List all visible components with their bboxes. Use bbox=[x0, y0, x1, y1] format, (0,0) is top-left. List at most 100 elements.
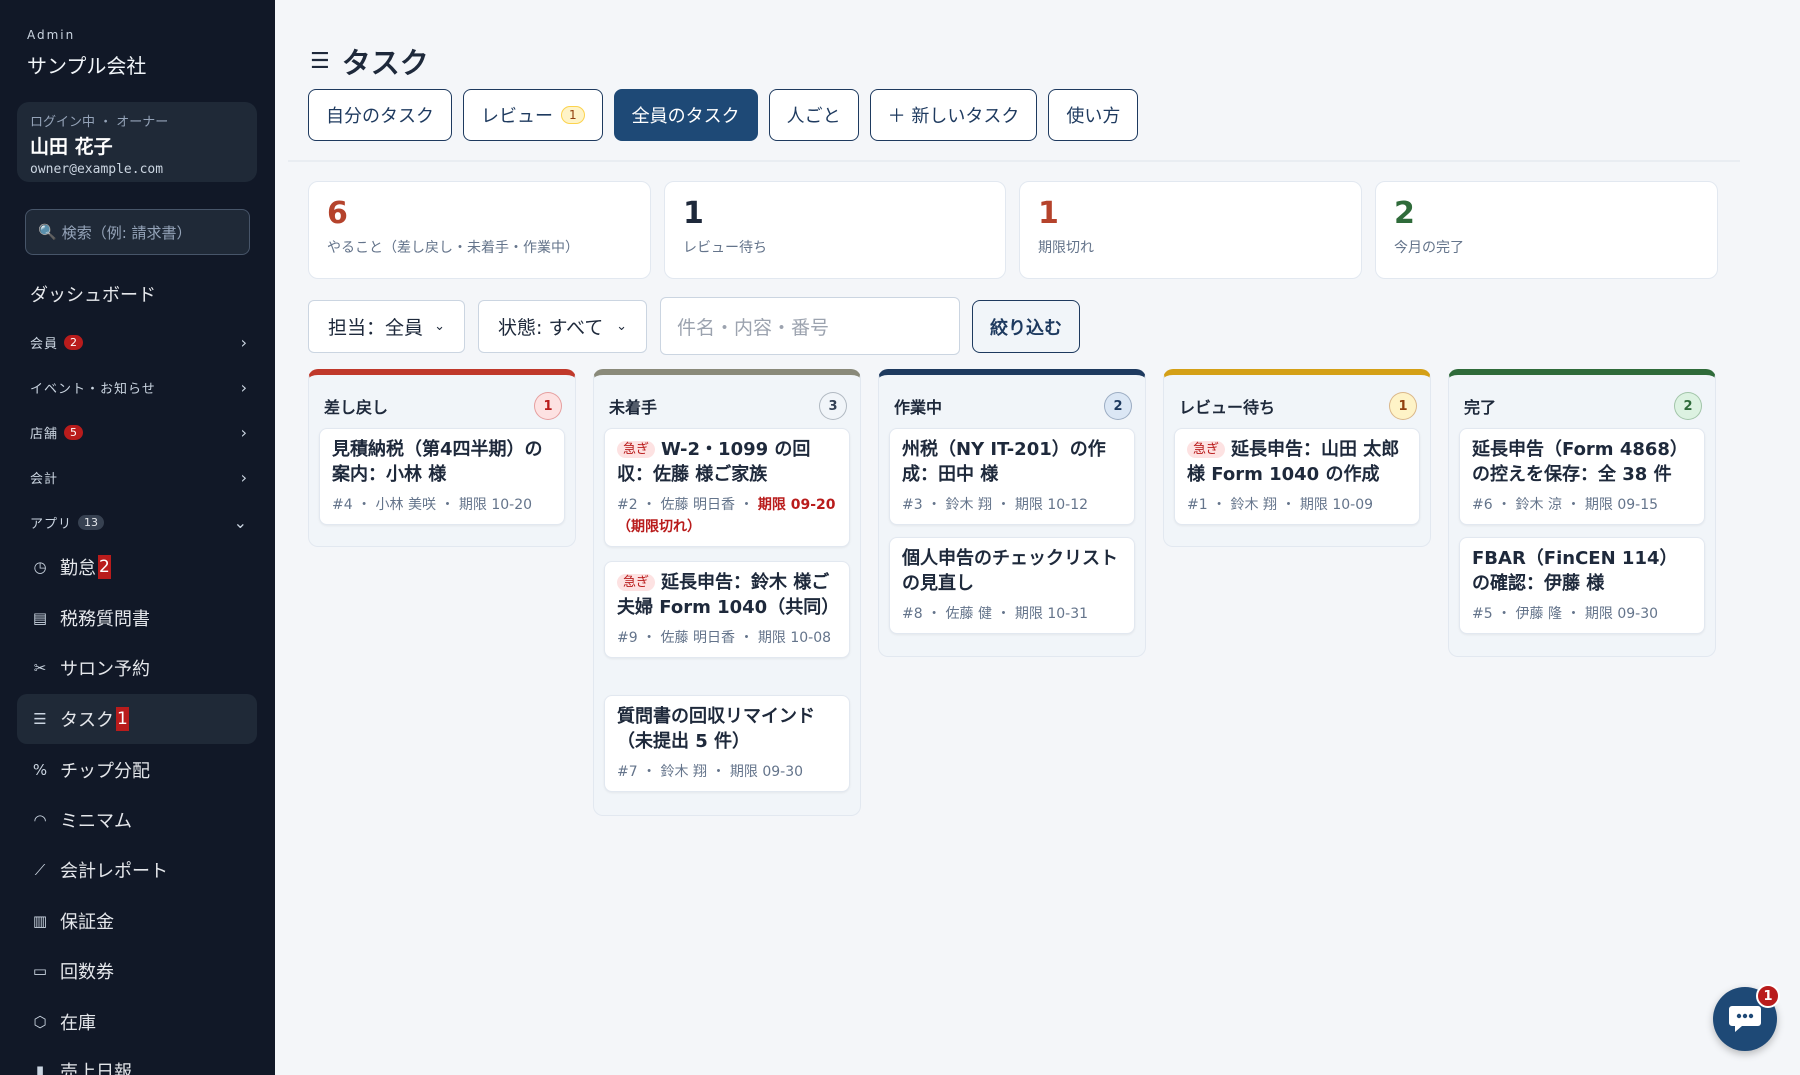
task-card[interactable]: 急ぎ W-2・1099 の回収：佐藤 様ご家族 #2 ・ 佐藤 明日香 ・ 期限 … bbox=[604, 428, 850, 547]
urgent-badge: 急ぎ bbox=[617, 574, 656, 591]
help-button[interactable]: 使い方 bbox=[1048, 89, 1139, 141]
task-meta: #8 ・ 佐藤 健 ・ 期限 10-31 bbox=[902, 606, 1089, 622]
scissors-icon: ✂ bbox=[33, 659, 47, 677]
sidebar-item-label: タスク bbox=[60, 710, 114, 731]
sidebar-item-label: サロン予約 bbox=[60, 659, 150, 680]
column-title: レビュー待ち bbox=[1179, 398, 1276, 417]
review-count-badge: 1 bbox=[561, 106, 585, 124]
task-card[interactable]: FBAR（FinCEN 114）の確認：伊藤 様 #5 ・ 伊藤 隆 ・ 期限 … bbox=[1459, 537, 1705, 634]
nav-group-stores[interactable]: 店舗 5 › bbox=[30, 418, 248, 446]
nav-group-label: アプリ bbox=[30, 516, 73, 532]
document-icon: ▤ bbox=[32, 609, 48, 627]
new-task-button[interactable]: ＋ 新しいタスク bbox=[869, 89, 1038, 141]
tab-by-person[interactable]: 人ごと bbox=[768, 89, 859, 141]
sidebar-item-coupon[interactable]: ▭ 回数券 bbox=[17, 946, 257, 996]
nav-group-apps[interactable]: アプリ 13 ⌄ bbox=[30, 508, 248, 536]
task-meta: #2 ・ 佐藤 明日香 ・ 期限 09-20（期限切れ） bbox=[617, 494, 837, 538]
filter-button[interactable]: 絞り込む bbox=[972, 300, 1080, 353]
tab-all-tasks[interactable]: 全員のタスク bbox=[613, 89, 758, 141]
bar-chart-icon: ▮ bbox=[35, 1062, 45, 1075]
sidebar-item-label: 会計レポート bbox=[60, 861, 168, 882]
nav-group-label: 会員 bbox=[30, 336, 59, 352]
brand-name[interactable]: サンプル会社 bbox=[27, 50, 146, 79]
column-header: 作業中 2 bbox=[879, 375, 1145, 421]
task-card[interactable]: 延長申告（Form 4868）の控えを保存：全 38 件 #6 ・ 鈴木 涼 ・… bbox=[1459, 428, 1705, 525]
column-header: レビュー待ち 1 bbox=[1164, 375, 1430, 421]
user-email: owner@example.com bbox=[30, 162, 164, 177]
column-count: 2 bbox=[1674, 392, 1702, 420]
task-search-input[interactable]: 件名・内容・番号 bbox=[660, 297, 960, 355]
sidebar-item-deposit[interactable]: ▥ 保証金 bbox=[17, 896, 257, 946]
user-card[interactable]: ログイン中 ・ オーナー 山田 花子 owner@example.com bbox=[17, 102, 257, 182]
sidebar-item-daily-sales[interactable]: ▮ 売上日報 bbox=[17, 1046, 257, 1075]
checklist-icon: ☰ bbox=[310, 48, 330, 74]
stat-review-waiting: 1 レビュー待ち bbox=[664, 181, 1006, 279]
task-title: 質問書の回収リマインド（未提出 5 件） bbox=[617, 706, 815, 752]
tab-label: 使い方 bbox=[1066, 106, 1121, 127]
stat-value: 1 bbox=[683, 196, 704, 231]
sidebar-item-label: 売上日報 bbox=[60, 1062, 132, 1075]
sidebar-item-tax-questionnaire[interactable]: ▤ 税務質問書 bbox=[17, 593, 257, 643]
status-select[interactable]: 状態: すべて ⌄ bbox=[478, 300, 647, 353]
brand-subtitle: Admin bbox=[27, 28, 76, 42]
urgent-badge: 急ぎ bbox=[617, 441, 656, 458]
column-review-waiting: レビュー待ち 1 急ぎ 延長申告：山田 太郎 様 Form 1040 の作成 #1… bbox=[1163, 369, 1431, 547]
sidebar-item-minimum[interactable]: ◠ ミニマム bbox=[17, 795, 257, 845]
sidebar-item-label: 税務質問書 bbox=[60, 609, 150, 630]
stat-label: やること（差し戻し・未着手・作業中） bbox=[327, 240, 579, 256]
task-title: 個人申告のチェックリストの見直し bbox=[902, 548, 1118, 594]
sidebar: Admin サンプル会社 ログイン中 ・ オーナー 山田 花子 owner@ex… bbox=[0, 0, 275, 1075]
column-count: 3 bbox=[819, 392, 847, 420]
nav-dashboard[interactable]: ダッシュボード bbox=[30, 281, 156, 307]
tab-review[interactable]: レビュー 1 bbox=[463, 89, 603, 141]
sidebar-item-label: 回数券 bbox=[60, 962, 114, 983]
stat-overdue: 1 期限切れ bbox=[1019, 181, 1362, 279]
chevron-right-icon: › bbox=[240, 332, 248, 352]
tab-label: 全員のタスク bbox=[631, 106, 740, 127]
chevron-down-icon: ⌄ bbox=[616, 319, 627, 334]
tab-label: 自分のタスク bbox=[326, 106, 434, 127]
task-card[interactable]: 個人申告のチェックリストの見直し #8 ・ 佐藤 健 ・ 期限 10-31 bbox=[889, 537, 1135, 634]
tab-my-tasks[interactable]: 自分のタスク bbox=[308, 89, 452, 141]
nav-group-accounting[interactable]: 会計 › bbox=[30, 463, 248, 491]
task-meta: #3 ・ 鈴木 翔 ・ 期限 10-12 bbox=[902, 497, 1089, 513]
task-search-placeholder: 件名・内容・番号 bbox=[677, 316, 830, 339]
urgent-badge: 急ぎ bbox=[1187, 441, 1226, 458]
column-title: 作業中 bbox=[894, 398, 943, 417]
status-value: 状態: すべて bbox=[498, 317, 604, 339]
count-badge: 2 bbox=[98, 555, 111, 579]
column-title: 完了 bbox=[1464, 398, 1497, 417]
sidebar-item-accounting-report[interactable]: ⟋ 会計レポート bbox=[17, 845, 257, 895]
column-title: 未着手 bbox=[609, 398, 658, 417]
task-card[interactable]: 質問書の回収リマインド（未提出 5 件） #7 ・ 鈴木 翔 ・ 期限 09-3… bbox=[604, 695, 850, 792]
task-card[interactable]: 急ぎ 延長申告：鈴木 様ご夫婦 Form 1040（共同） #9 ・ 佐藤 明日香… bbox=[604, 561, 850, 658]
sidebar-item-label: 在庫 bbox=[60, 1013, 96, 1034]
sidebar-item-label: 保証金 bbox=[60, 912, 114, 933]
sidebar-item-tasks[interactable]: ☰ タスク 1 bbox=[17, 694, 257, 744]
sidebar-item-inventory[interactable]: ⬡ 在庫 bbox=[17, 997, 257, 1047]
task-meta: #1 ・ 鈴木 翔 ・ 期限 10-09 bbox=[1187, 497, 1374, 513]
tab-label: レビュー bbox=[481, 106, 553, 127]
task-card[interactable]: 見積納税（第4四半期）の案内：小林 様 #4 ・ 小林 美咲 ・ 期限 10-2… bbox=[319, 428, 565, 525]
column-header: 差し戻し 1 bbox=[309, 375, 575, 421]
sidebar-search-input[interactable]: 🔍 検索（例: 請求書） bbox=[25, 209, 250, 255]
tab-label: 人ごと bbox=[786, 106, 841, 127]
page-title: ☰ タスク bbox=[310, 40, 429, 82]
task-card[interactable]: 急ぎ 延長申告：山田 太郎 様 Form 1040 の作成 #1 ・ 鈴木 翔 ・… bbox=[1174, 428, 1420, 525]
sidebar-item-tip-distribution[interactable]: % チップ分配 bbox=[17, 745, 257, 795]
column-title: 差し戻し bbox=[324, 398, 389, 417]
chevron-down-icon: ⌄ bbox=[233, 512, 248, 532]
nav-group-events[interactable]: イベント・お知らせ › bbox=[30, 373, 248, 401]
search-icon: 🔍 bbox=[38, 223, 57, 241]
task-card[interactable]: 州税（NY IT-201）の作成：田中 様 #3 ・ 鈴木 翔 ・ 期限 10-… bbox=[889, 428, 1135, 525]
assignee-value: 担当：全員 bbox=[328, 317, 424, 339]
nav-group-members[interactable]: 会員 2 › bbox=[30, 328, 248, 356]
assignee-select[interactable]: 担当：全員 ⌄ bbox=[308, 300, 465, 353]
sidebar-item-salon-booking[interactable]: ✂ サロン予約 bbox=[17, 643, 257, 693]
stat-value: 6 bbox=[327, 196, 348, 231]
sidebar-item-attendance[interactable]: ◷ 勤怠 2 bbox=[17, 542, 257, 592]
column-done: 完了 2 延長申告（Form 4868）の控えを保存：全 38 件 #6 ・ 鈴… bbox=[1448, 369, 1716, 657]
stat-value: 1 bbox=[1038, 196, 1059, 231]
column-header: 完了 2 bbox=[1449, 375, 1715, 421]
percent-icon: % bbox=[32, 761, 48, 779]
